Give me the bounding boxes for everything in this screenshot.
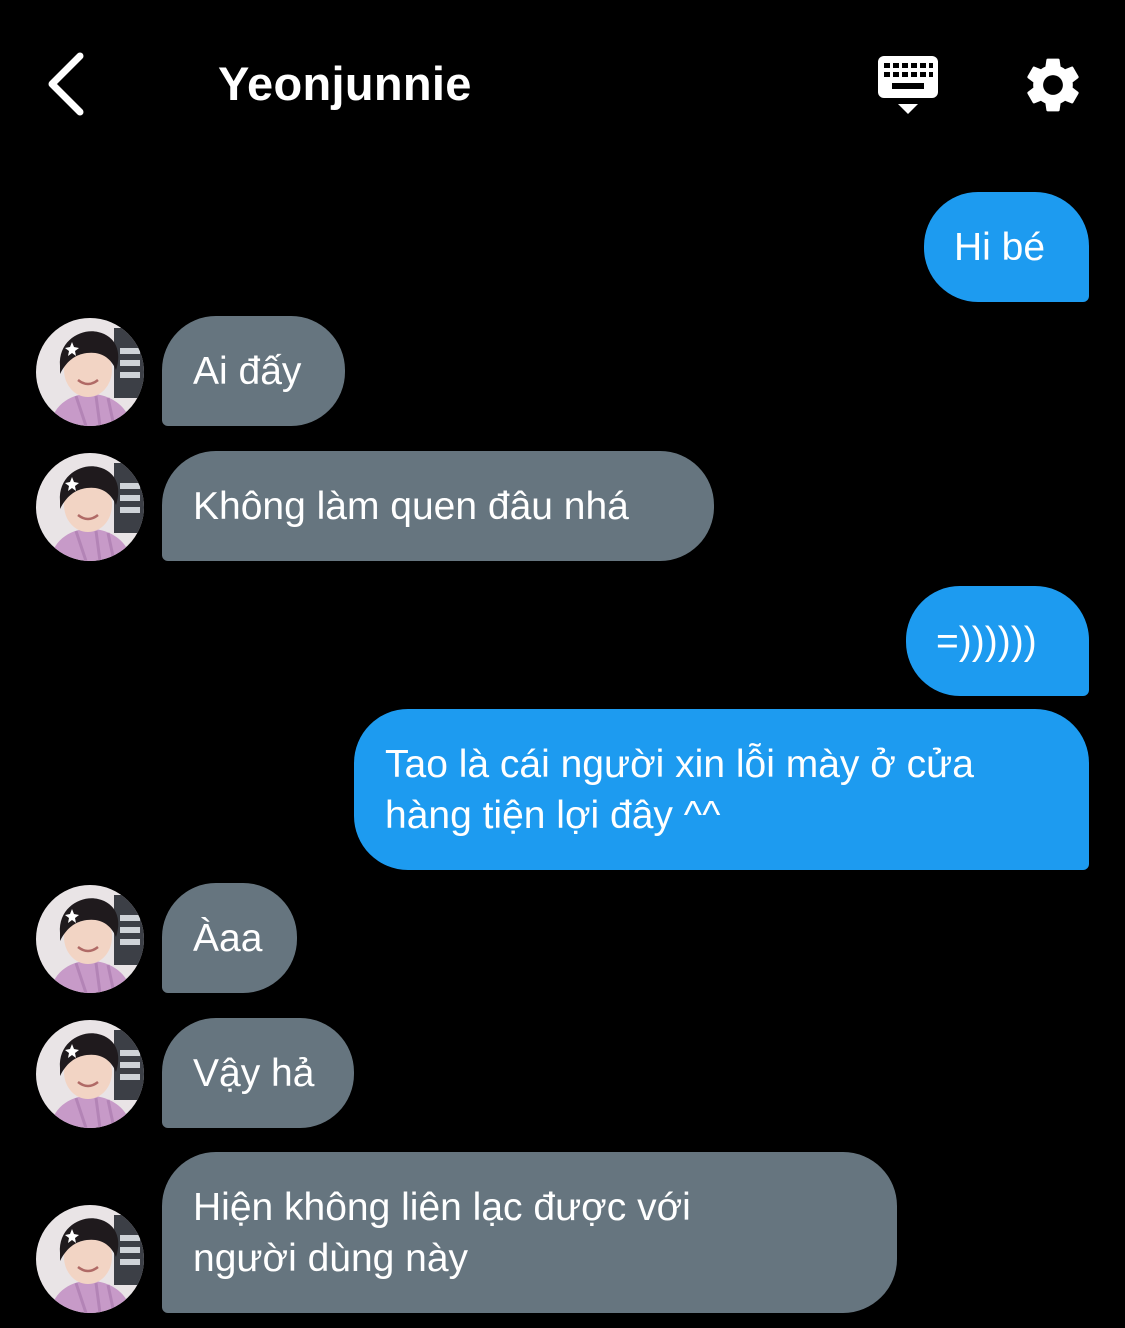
avatar[interactable]: [36, 885, 144, 993]
back-button[interactable]: [36, 44, 106, 124]
message-bubble-received[interactable]: Không làm quen đâu nhá: [162, 451, 714, 561]
message-bubble-received[interactable]: Vậy hả: [162, 1018, 354, 1128]
avatar[interactable]: [36, 453, 144, 561]
avatar[interactable]: [36, 1020, 144, 1128]
message-bubble-received[interactable]: Ai đấy: [162, 316, 345, 426]
avatar[interactable]: [36, 318, 144, 426]
settings-button[interactable]: [1020, 52, 1086, 118]
message-bubble-received[interactable]: Hiện không liên lạc được với người dùng …: [162, 1152, 897, 1313]
message-bubble-sent[interactable]: =)))))): [906, 586, 1089, 696]
message-bubble-received[interactable]: Àaa: [162, 883, 297, 993]
chevron-left-icon: [48, 52, 84, 116]
message-bubble-sent[interactable]: Tao là cái người xin lỗi mày ở cửa hàng …: [354, 709, 1089, 870]
conversation-title[interactable]: Yeonjunnie: [218, 56, 472, 112]
message-bubble-sent[interactable]: Hi bé: [924, 192, 1089, 302]
keyboard-toggle-button[interactable]: [872, 52, 944, 122]
keyboard-icon: [878, 56, 938, 114]
chat-header: Yeonjunnie: [0, 0, 1125, 170]
gear-icon: [1027, 58, 1079, 112]
avatar[interactable]: [36, 1205, 144, 1313]
